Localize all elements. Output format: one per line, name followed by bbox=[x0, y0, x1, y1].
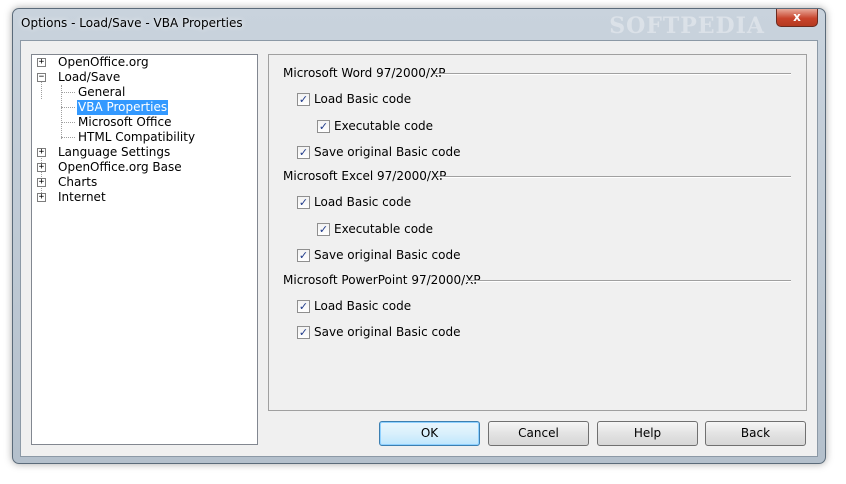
checkbox-label[interactable]: Load Basic code bbox=[314, 298, 411, 314]
checkbox-label[interactable]: Save original Basic code bbox=[314, 324, 460, 340]
tree-item-label[interactable]: HTML Compatibility bbox=[77, 130, 196, 145]
back-button[interactable]: Back bbox=[705, 421, 806, 446]
checkbox-box[interactable]: ✓ bbox=[297, 326, 310, 339]
checkbox-box[interactable]: ✓ bbox=[297, 300, 310, 313]
group-divider bbox=[467, 280, 791, 282]
expand-icon[interactable]: + bbox=[37, 148, 46, 157]
tree-item-label[interactable]: OpenOffice.org bbox=[57, 55, 150, 70]
ok-button[interactable]: OK bbox=[379, 421, 480, 446]
dialog-client-area: + OpenOffice.org − Load/Save General VBA… bbox=[20, 40, 818, 457]
checkbox-label[interactable]: Load Basic code bbox=[314, 91, 411, 107]
tree-item-label[interactable]: VBA Properties bbox=[77, 100, 169, 115]
checkbox-label[interactable]: Save original Basic code bbox=[314, 247, 460, 263]
tree-item-label[interactable]: Microsoft Office bbox=[77, 115, 172, 130]
expand-icon[interactable]: + bbox=[37, 163, 46, 172]
expand-icon[interactable]: + bbox=[37, 58, 46, 67]
title-bar[interactable]: Options - Load/Save - VBA Properties SOF… bbox=[13, 9, 825, 39]
watermark: SOFTPEDIA bbox=[609, 13, 765, 39]
tree-item-label[interactable]: Load/Save bbox=[57, 70, 121, 85]
group-title-excel: Microsoft Excel 97/2000/XP bbox=[283, 169, 447, 183]
checkbox-box[interactable]: ✓ bbox=[297, 93, 310, 106]
checkbox-box[interactable]: ✓ bbox=[317, 120, 330, 133]
expand-icon[interactable]: + bbox=[37, 178, 46, 187]
group-title-word: Microsoft Word 97/2000/XP bbox=[283, 66, 446, 80]
checkbox-label[interactable]: Load Basic code bbox=[314, 194, 411, 210]
tree-item-label[interactable]: Internet bbox=[57, 190, 107, 205]
close-button[interactable]: x bbox=[776, 9, 818, 27]
options-dialog: Options - Load/Save - VBA Properties SOF… bbox=[12, 8, 826, 464]
tree-item-label[interactable]: Language Settings bbox=[57, 145, 171, 160]
group-title-powerpoint: Microsoft PowerPoint 97/2000/XP bbox=[283, 273, 481, 287]
vba-properties-panel: Microsoft Word 97/2000/XP ✓ Load Basic c… bbox=[268, 54, 807, 411]
options-tree: + OpenOffice.org − Load/Save General VBA… bbox=[31, 54, 258, 445]
tree-item-label[interactable]: Charts bbox=[57, 175, 98, 190]
collapse-icon[interactable]: − bbox=[37, 73, 46, 82]
group-divider bbox=[435, 73, 791, 75]
group-divider bbox=[437, 176, 791, 178]
cancel-button[interactable]: Cancel bbox=[488, 421, 589, 446]
help-button[interactable]: Help bbox=[597, 421, 698, 446]
checkbox-box[interactable]: ✓ bbox=[317, 223, 330, 236]
tree-item-label[interactable]: OpenOffice.org Base bbox=[57, 160, 183, 175]
checkbox-box[interactable]: ✓ bbox=[297, 146, 310, 159]
checkbox-label[interactable]: Executable code bbox=[334, 118, 433, 134]
checkbox-label[interactable]: Save original Basic code bbox=[314, 144, 460, 160]
window-title: Options - Load/Save - VBA Properties bbox=[21, 16, 243, 30]
checkbox-box[interactable]: ✓ bbox=[297, 196, 310, 209]
checkbox-label[interactable]: Executable code bbox=[334, 221, 433, 237]
checkbox-box[interactable]: ✓ bbox=[297, 249, 310, 262]
expand-icon[interactable]: + bbox=[37, 193, 46, 202]
tree-item-label[interactable]: General bbox=[77, 85, 126, 100]
